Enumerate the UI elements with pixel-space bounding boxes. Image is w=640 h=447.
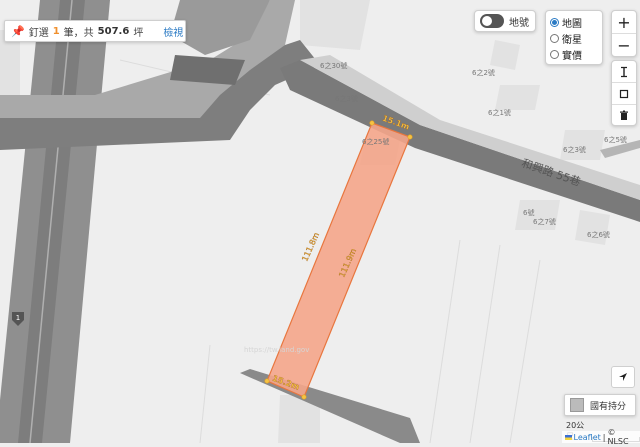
base-layer-selector: 地圖 衛星 實價 [545,10,603,65]
address-label: 6之1號 [488,108,511,117]
attribution: Leaflet | © NLSC [562,428,640,446]
watermark: https://tw.land.gov [244,346,309,354]
pushpin-icon: 📌 [11,24,25,38]
address-label: 6之5號 [604,135,627,144]
zoom-out-button[interactable]: − [612,33,636,56]
address-label: 6之3號 [563,145,586,154]
pinned-selection-panel: 📌 釘選 1 筆，共 507.6 坪 檢視 [4,20,186,42]
legend-label: 國有持分 [590,401,627,412]
legend: 國有持分 [564,394,636,416]
layer-option-satellite[interactable]: 衛星 [550,30,598,46]
ruler-icon [621,66,627,77]
address-label: 6之7號 [533,217,556,226]
source-credit: © NLSC [607,428,629,446]
radio-icon[interactable] [550,49,559,59]
layer-option-map[interactable]: 地圖 [550,14,598,30]
pinned-area-unit: 坪 [133,27,144,39]
measure-button[interactable] [612,61,636,82]
address-label: 6之25號 [362,137,389,146]
pinned-label: 釘選 [28,27,49,39]
layer-option-price[interactable]: 實價 [550,46,598,62]
basemap: 15.1m 111.8m 111.9m 15.2m 和興路 55巷 6之30號 … [0,0,640,444]
address-label: 6之6號 [587,230,610,239]
zoom-control: + − [611,10,637,57]
address-label: 6之3號 [335,94,358,103]
parcel-number-toggle[interactable]: 地號 [474,10,536,32]
parcel-toggle-label: 地號 [509,17,529,29]
pinned-unit: 筆，共 [63,27,94,39]
leaflet-link[interactable]: Leaflet [574,433,601,442]
legend-swatch [570,398,584,412]
zoom-in-button[interactable]: + [612,11,636,33]
rectangle-button[interactable] [612,82,636,104]
toggle-switch[interactable] [480,14,504,28]
navigation-arrow-icon [619,373,627,381]
drawing-tools [611,60,637,126]
pinned-area: 507.6 [97,25,130,37]
address-label: 6之2號 [472,68,495,77]
svg-text:1: 1 [16,314,20,322]
address-label: 6號 [523,208,534,217]
pinned-count: 1 [52,25,60,37]
address-label: 6之30號 [320,61,347,70]
radio-icon[interactable] [550,33,559,43]
delete-button[interactable] [612,104,636,125]
trash-icon [620,110,628,120]
square-icon [619,89,629,98]
locate-button[interactable] [611,366,635,388]
map-canvas[interactable]: 15.1m 111.8m 111.9m 15.2m 和興路 55巷 6之30號 … [0,0,640,444]
flag-icon [565,434,572,440]
radio-selected-icon[interactable] [550,17,559,27]
view-link[interactable]: 檢視 [163,24,183,39]
